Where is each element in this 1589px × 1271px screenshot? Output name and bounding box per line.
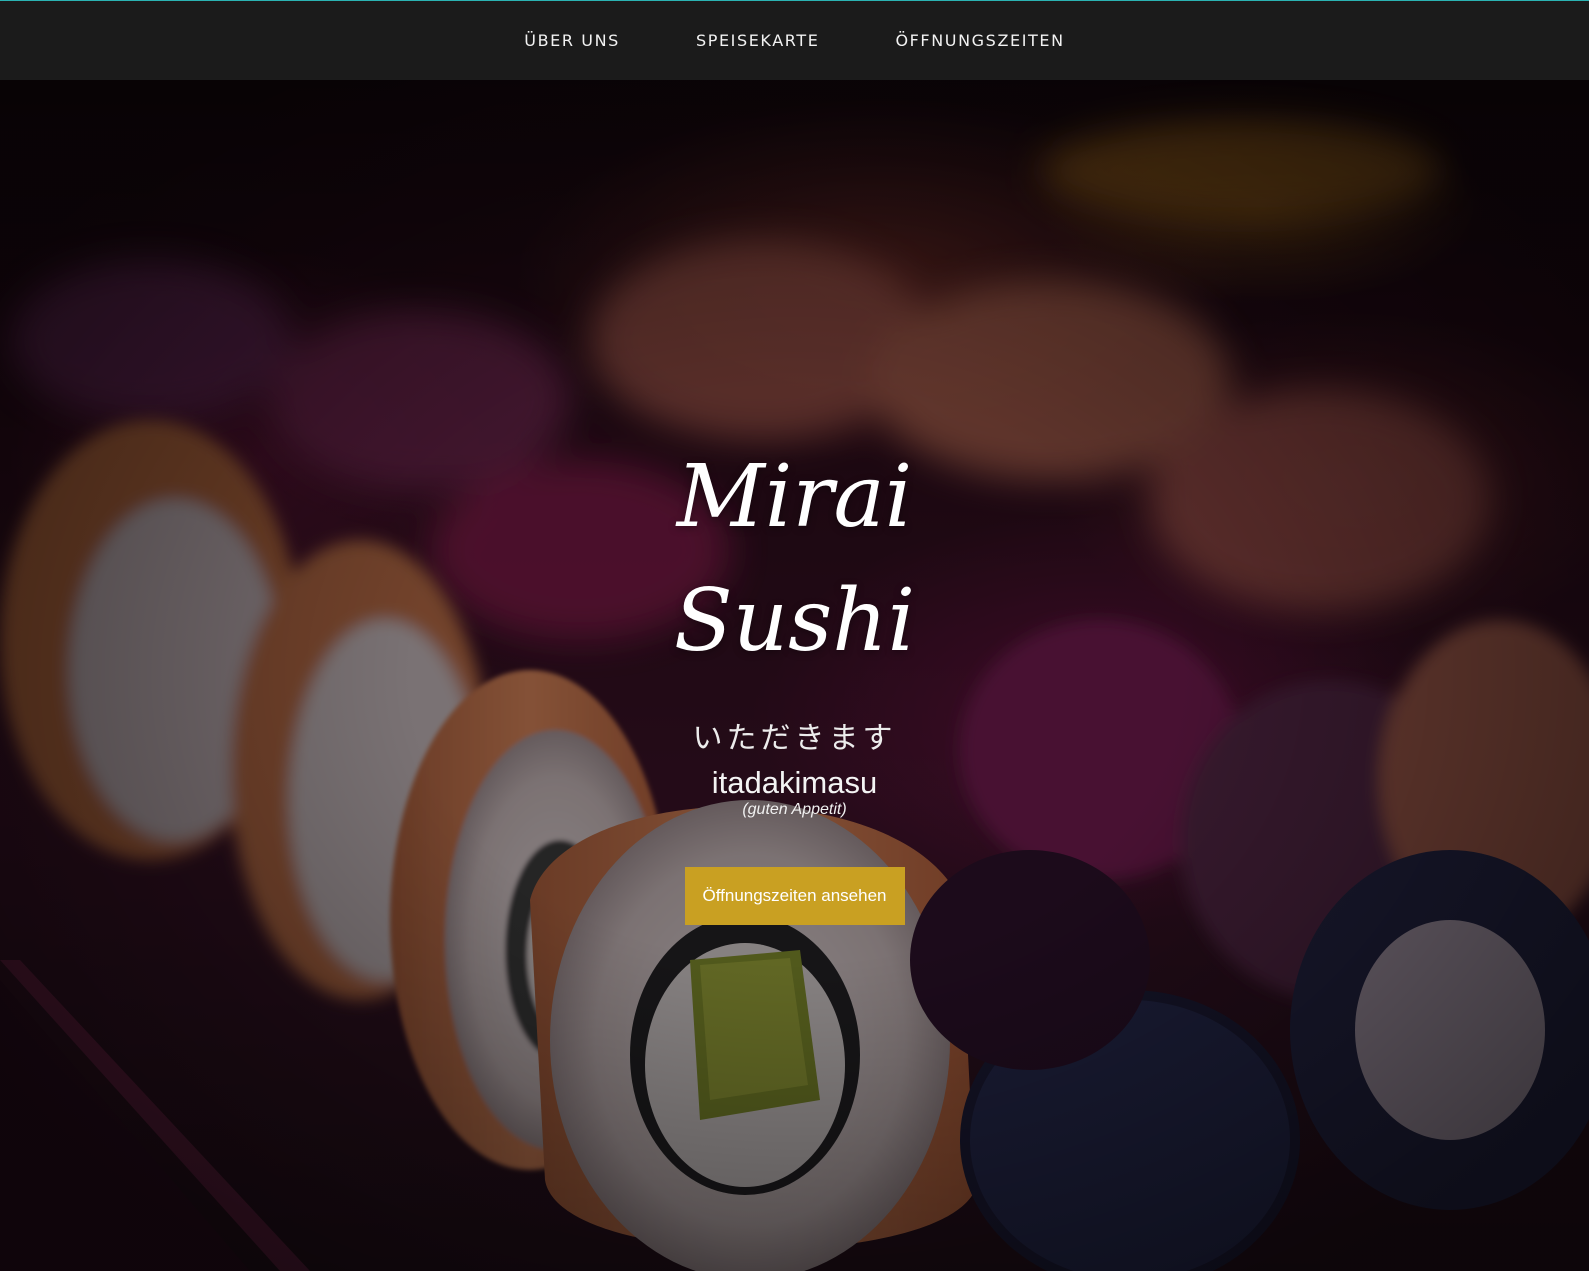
greeting-translation: (guten Appetit): [742, 801, 847, 818]
opening-hours-button[interactable]: Öffnungszeiten ansehen: [684, 867, 905, 925]
nav-item-speisekarte: SPEISEKARTE: [696, 31, 820, 51]
japanese-greeting: いただきます: [692, 721, 897, 756]
nav-link-ueber-uns[interactable]: ÜBER UNS: [524, 31, 620, 50]
brand-title: Mirai Sushi: [0, 435, 1589, 683]
hero-section: Mirai Sushi いただきます itadakimasu (guten Ap…: [0, 80, 1589, 1271]
brand-line-1: Mirai: [676, 447, 913, 547]
top-navigation: ÜBER UNS SPEISEKARTE ÖFFNUNGSZEITEN: [0, 0, 1589, 80]
nav-link-speisekarte[interactable]: SPEISEKARTE: [696, 31, 820, 50]
romaji-greeting: itadakimasu: [711, 765, 878, 800]
brand-line-2: Sushi: [673, 571, 916, 671]
nav-item-ueber-uns: ÜBER UNS: [524, 31, 620, 51]
nav-list: ÜBER UNS SPEISEKARTE ÖFFNUNGSZEITEN: [0, 1, 1589, 80]
nav-link-oeffnungszeiten[interactable]: ÖFFNUNGSZEITEN: [895, 31, 1064, 50]
nav-item-oeffnungszeiten: ÖFFNUNGSZEITEN: [895, 31, 1064, 51]
hero-content: Mirai Sushi いただきます itadakimasu (guten Ap…: [0, 435, 1589, 925]
